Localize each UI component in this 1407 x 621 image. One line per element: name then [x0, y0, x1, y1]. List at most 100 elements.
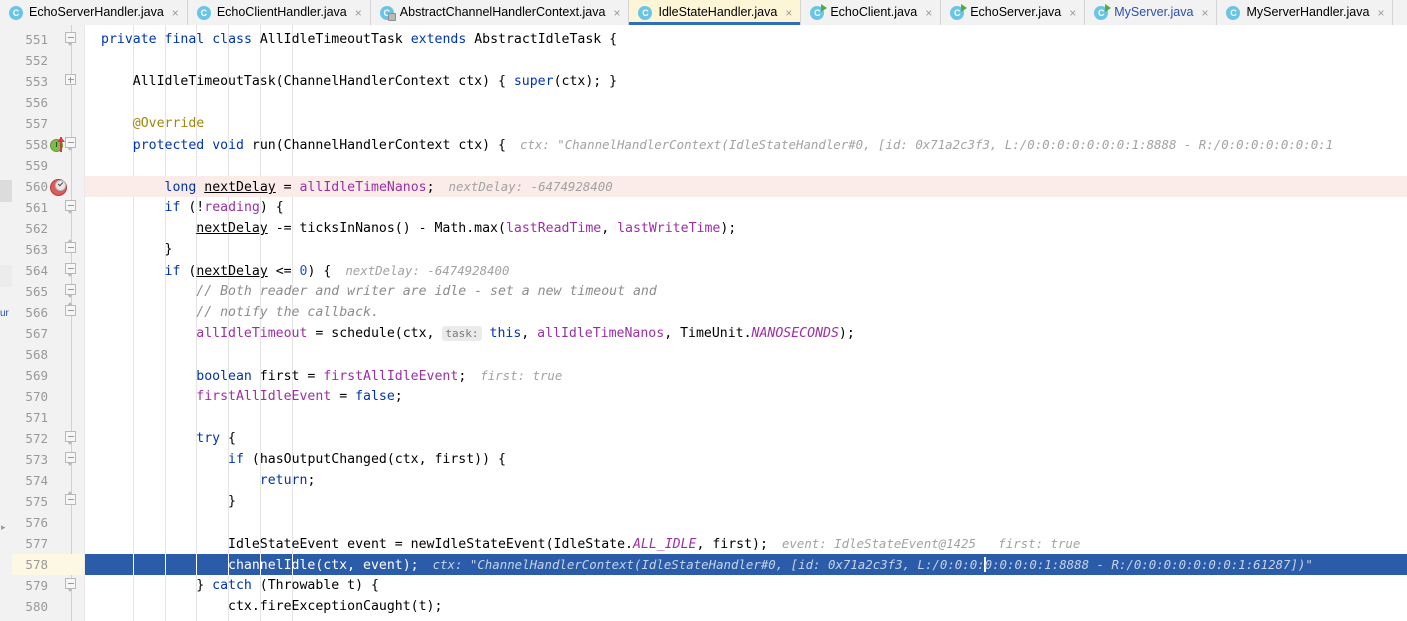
inline-debug-hint[interactable]: ctx: "ChannelHandlerContext(IdleStateHan…	[520, 137, 1333, 152]
fold-collapse-icon[interactable]	[65, 578, 78, 592]
fold-end-icon[interactable]	[65, 302, 78, 318]
fold-collapse-icon[interactable]	[65, 452, 78, 466]
gutter-line-566[interactable]: 566	[12, 302, 84, 323]
gutter-line-564[interactable]: 564	[12, 260, 84, 281]
code-line-566[interactable]: // notify the callback.	[85, 302, 1407, 323]
close-icon[interactable]: ×	[613, 7, 620, 19]
code-line-568[interactable]	[85, 344, 1407, 365]
close-icon[interactable]: ×	[172, 7, 179, 19]
breakpoint-icon[interactable]	[50, 179, 67, 196]
fold-collapse-icon[interactable]	[65, 284, 78, 298]
code-line-571[interactable]	[85, 407, 1407, 428]
gutter-line-575[interactable]: 575	[12, 491, 84, 512]
gutter-line-556[interactable]: 556	[12, 92, 84, 113]
fold-collapse-icon[interactable]	[65, 137, 78, 151]
gutter-line-558[interactable]: 558 I	[12, 134, 84, 155]
fold-expand-icon[interactable]	[65, 74, 78, 87]
code-line-563[interactable]: }	[85, 239, 1407, 260]
gutter-line-572[interactable]: 572	[12, 428, 84, 449]
inline-debug-hint[interactable]: event: IdleStateEvent@1425 first: true	[782, 536, 1080, 551]
code-line-569[interactable]: boolean first = firstAllIdleEvent; first:…	[85, 365, 1407, 386]
code-line-561[interactable]: if (!reading) {	[85, 197, 1407, 218]
code-line-557[interactable]: @Override	[85, 113, 1407, 134]
rail-glyph-icon[interactable]: ▸	[1, 522, 6, 533]
code-line-559[interactable]	[85, 155, 1407, 176]
code-line-552[interactable]	[85, 50, 1407, 71]
code-pane[interactable]: private final class AllIdleTimeoutTask e…	[85, 25, 1407, 621]
code-line-572[interactable]: try {	[85, 428, 1407, 449]
fold-collapse-icon[interactable]	[65, 431, 78, 445]
code-line-556[interactable]	[85, 92, 1407, 113]
fold-end-icon[interactable]	[65, 491, 78, 507]
editor-tab-bar[interactable]: C EchoServerHandler.java × C EchoClientHandl…	[0, 0, 1407, 26]
gutter-line-553[interactable]: 553	[12, 71, 84, 92]
editor-tab-echoclient[interactable]: C EchoClient.java ×	[801, 0, 942, 25]
close-icon[interactable]: ×	[1201, 7, 1208, 19]
code-text: ctx.fireExceptionCaught(t);	[101, 599, 443, 614]
editor-tab-abstractchannelhandlercontext[interactable]: C AbstractChannelHandlerContext.java ×	[370, 0, 630, 25]
code-line-570[interactable]: firstAllIdleEvent = false;	[85, 386, 1407, 407]
code-line-579[interactable]: } catch (Throwable t) {	[85, 575, 1407, 596]
gutter-line-571[interactable]: 571	[12, 407, 84, 428]
gutter-line-562[interactable]: 562	[12, 218, 84, 239]
gutter-line-560[interactable]: 560	[12, 176, 84, 197]
editor-tab-echoserverhandler[interactable]: C EchoServerHandler.java ×	[0, 0, 188, 25]
fold-collapse-icon[interactable]	[65, 200, 78, 214]
code-line-562[interactable]: nextDelay -= ticksInNanos() - Math.max(l…	[85, 218, 1407, 239]
gutter-line-577[interactable]: 577	[12, 533, 84, 554]
code-line-573[interactable]: if (hasOutputChanged(ctx, first)) {	[85, 449, 1407, 470]
gutter-line-580[interactable]: 580	[12, 596, 84, 617]
code-text: long nextDelay = allIdleTimeNanos;	[164, 180, 435, 195]
gutter-line-579[interactable]: 579	[12, 575, 84, 596]
gutter-line-568[interactable]: 568	[12, 344, 84, 365]
gutter-line-567[interactable]: 567	[12, 323, 84, 344]
fold-end-icon[interactable]	[65, 239, 78, 255]
gutter-line-552[interactable]: 552	[12, 50, 84, 71]
inline-debug-hint[interactable]: ctx: "ChannelHandlerContext(IdleStateHan…	[433, 557, 1313, 572]
code-line-567[interactable]: allIdleTimeout = schedule(ctx, task: thi…	[85, 323, 1407, 344]
gutter-line-578[interactable]: 578	[12, 554, 84, 575]
code-line-580[interactable]: ctx.fireExceptionCaught(t);	[85, 596, 1407, 617]
gutter-line-574[interactable]: 574	[12, 470, 84, 491]
editor-tab-myserver[interactable]: C MyServer.java ×	[1085, 0, 1218, 25]
fold-collapse-icon[interactable]	[65, 263, 78, 277]
fold-collapse-icon[interactable]	[65, 32, 78, 46]
inline-debug-hint[interactable]: first: true	[480, 368, 562, 383]
gutter-line-557[interactable]: 557	[12, 113, 84, 134]
editor-gutter[interactable]: 551 552 553 556 557 558 I 559 560 561 562 563 564 565…	[12, 25, 85, 621]
code-line-560[interactable]: long nextDelay = allIdleTimeNanos; nextDe…	[85, 176, 1407, 197]
gutter-line-565[interactable]: 565	[12, 281, 84, 302]
code-line-553[interactable]: AllIdleTimeoutTask(ChannelHandlerContext…	[85, 71, 1407, 92]
gutter-line-563[interactable]: 563	[12, 239, 84, 260]
inline-debug-hint[interactable]: nextDelay: -6474928400	[345, 263, 509, 278]
code-line-577[interactable]: IdleStateEvent event = newIdleStateEvent…	[85, 533, 1407, 554]
code-line-576[interactable]	[85, 512, 1407, 533]
code-line-558[interactable]: protected void run(ChannelHandlerContext…	[85, 134, 1407, 155]
editor-tab-idlestatehandler[interactable]: C IdleStateHandler.java ×	[629, 0, 802, 25]
gutter-line-551[interactable]: 551	[12, 29, 84, 50]
editor-tab-echoserver[interactable]: C EchoServer.java ×	[941, 0, 1086, 25]
gutter-line-569[interactable]: 569	[12, 365, 84, 386]
close-icon[interactable]: ×	[355, 7, 362, 19]
editor-tab-myserverhandler[interactable]: C MyServerHandler.java ×	[1217, 0, 1394, 25]
gutter-line-570[interactable]: 570	[12, 386, 84, 407]
gutter-line-573[interactable]: 573	[12, 449, 84, 470]
rail-label[interactable]: ur	[0, 308, 12, 319]
code-line-565[interactable]: // Both reader and writer are idle - set…	[85, 281, 1407, 302]
code-line-575[interactable]: }	[85, 491, 1407, 512]
close-icon[interactable]: ×	[785, 7, 792, 19]
line-number: 573	[25, 452, 48, 467]
editor-tab-echoclienthandler[interactable]: C EchoClientHandler.java ×	[187, 0, 371, 25]
inline-debug-hint[interactable]: nextDelay: -6474928400	[449, 179, 613, 194]
close-icon[interactable]: ×	[1377, 7, 1384, 19]
code-line-564[interactable]: if (nextDelay <= 0) {nextDelay: -6474928…	[85, 260, 1407, 281]
close-icon[interactable]: ×	[1069, 7, 1076, 19]
gutter-line-561[interactable]: 561	[12, 197, 84, 218]
close-icon[interactable]: ×	[925, 7, 932, 19]
gutter-line-576[interactable]: 576	[12, 512, 84, 533]
code-line-578[interactable]: channelIdle(ctx, event); ctx: "ChannelHan…	[85, 554, 1407, 575]
code-line-574[interactable]: return;	[85, 470, 1407, 491]
gutter-line-559[interactable]: 559	[12, 155, 84, 176]
code-line-551[interactable]: private final class AllIdleTimeoutTask e…	[85, 29, 1407, 50]
code-editor[interactable]: ur ▸ 551 552 553 556 557 558 I 559 560 561 562 563 5…	[0, 25, 1407, 621]
